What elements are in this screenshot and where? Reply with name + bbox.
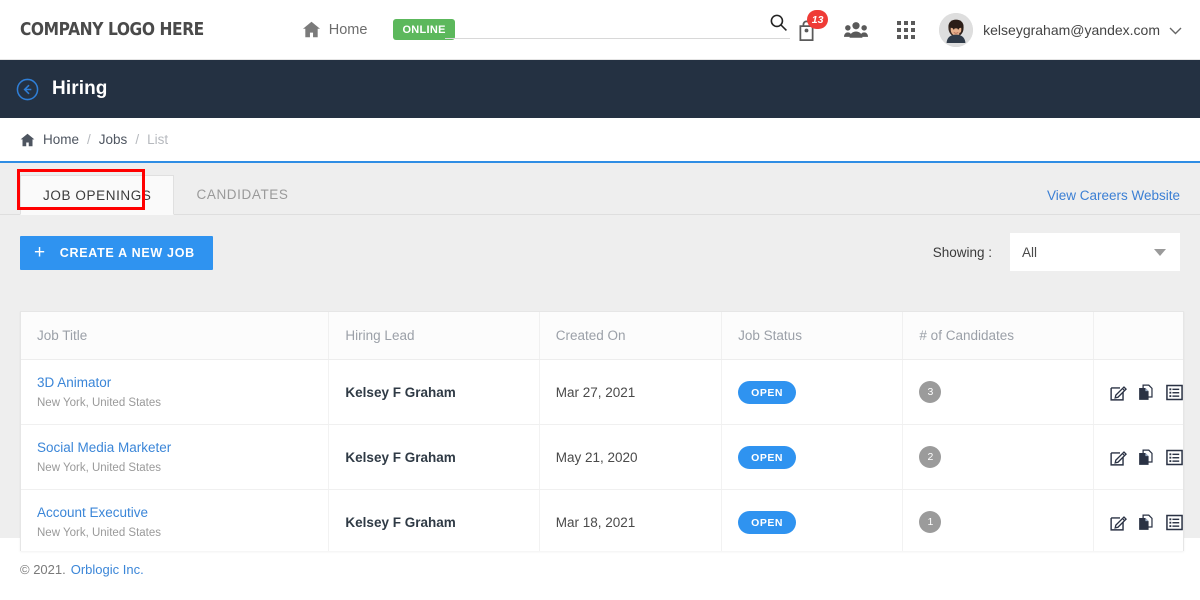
table-header-row: Job Title Hiring Lead Created On Job Sta… bbox=[21, 312, 1183, 360]
page-title: Hiring bbox=[52, 78, 108, 99]
breadcrumb-home-icon bbox=[20, 133, 35, 147]
duplicate-icon[interactable] bbox=[1138, 514, 1155, 531]
top-header: COMPANY LOGO HERE Home ONLINE 13 kelseyg… bbox=[0, 0, 1200, 60]
details-list-icon[interactable] bbox=[1166, 449, 1183, 466]
create-a-new-job-label: CREATE A NEW JOB bbox=[59, 245, 195, 260]
user-avatar[interactable] bbox=[939, 13, 974, 47]
candidate-count-badge: 3 bbox=[919, 381, 942, 403]
search-input[interactable] bbox=[445, 13, 790, 39]
main-content: JOB OPENINGS CANDIDATES View Careers Web… bbox=[0, 163, 1200, 551]
job-location: New York, United States bbox=[37, 527, 162, 539]
duplicate-icon[interactable] bbox=[1138, 384, 1155, 401]
column-header-actions bbox=[1093, 312, 1183, 360]
column-header-created-on[interactable]: Created On bbox=[539, 312, 723, 360]
table-row[interactable]: Social Media Marketer New York, United S… bbox=[21, 424, 1183, 490]
people-group-icon[interactable] bbox=[831, 10, 881, 50]
create-a-new-job-button[interactable]: + CREATE A NEW JOB bbox=[20, 235, 213, 270]
breadcrumb-item-list: List bbox=[147, 132, 169, 147]
candidate-count-badge: 1 bbox=[919, 511, 942, 533]
column-header-num-candidates[interactable]: # of Candidates bbox=[902, 312, 1094, 360]
cell-actions bbox=[1093, 359, 1183, 425]
hiring-lead-name: Kelsey F Graham bbox=[345, 384, 456, 400]
cell-hiring-lead: Kelsey F Graham bbox=[328, 424, 540, 490]
cell-job-title: Account Executive New York, United State… bbox=[21, 489, 330, 551]
showing-select[interactable]: All bbox=[1010, 233, 1180, 271]
edit-icon[interactable] bbox=[1110, 514, 1127, 531]
cell-job-status: OPEN bbox=[721, 359, 904, 425]
tab-candidates[interactable]: CANDIDATES bbox=[174, 174, 310, 214]
plus-icon: + bbox=[34, 242, 46, 263]
cell-actions bbox=[1093, 489, 1183, 551]
column-header-job-title[interactable]: Job Title bbox=[21, 312, 330, 360]
status-badge: OPEN bbox=[738, 445, 796, 469]
breadcrumb: Home / Jobs / List bbox=[0, 118, 1200, 163]
breadcrumb-item-home[interactable]: Home bbox=[43, 132, 79, 147]
header-search[interactable] bbox=[445, 13, 790, 39]
details-list-icon[interactable] bbox=[1166, 514, 1183, 531]
table-row[interactable]: Account Executive New York, United State… bbox=[21, 489, 1183, 551]
hiring-lead-name: Kelsey F Graham bbox=[345, 449, 456, 465]
status-badge: OPEN bbox=[738, 510, 796, 534]
cell-actions bbox=[1093, 424, 1183, 490]
candidate-count-badge: 2 bbox=[919, 446, 942, 468]
breadcrumb-separator: / bbox=[135, 132, 140, 147]
notification-count-badge: 13 bbox=[807, 10, 829, 29]
showing-label: Showing : bbox=[932, 244, 992, 260]
cell-created-on: Mar 18, 2021 bbox=[539, 489, 723, 551]
cell-created-on: Mar 27, 2021 bbox=[539, 359, 723, 425]
duplicate-icon[interactable] bbox=[1138, 449, 1155, 466]
apps-grid-icon[interactable] bbox=[881, 10, 931, 50]
edit-icon[interactable] bbox=[1110, 449, 1127, 466]
showing-filter: Showing : All bbox=[933, 233, 1180, 271]
home-icon bbox=[302, 21, 321, 38]
showing-select-value: All bbox=[1022, 244, 1038, 260]
cell-candidate-count: 2 bbox=[902, 424, 1094, 490]
header-home-label: Home bbox=[328, 21, 368, 38]
cell-job-status: OPEN bbox=[721, 489, 904, 551]
cell-candidate-count: 3 bbox=[902, 359, 1094, 425]
tab-bar: JOB OPENINGS CANDIDATES View Careers Web… bbox=[0, 163, 1200, 215]
breadcrumb-separator: / bbox=[87, 132, 91, 147]
job-location: New York, United States bbox=[37, 462, 162, 474]
job-title-link[interactable]: Social Media Marketer bbox=[37, 440, 328, 455]
breadcrumb-item-jobs[interactable]: Jobs bbox=[99, 132, 128, 147]
header-icon-cluster: 13 kelseygraham@yandex.com bbox=[781, 0, 1182, 60]
page-titlebar: Hiring bbox=[0, 60, 1200, 118]
cell-job-title: Social Media Marketer New York, United S… bbox=[21, 424, 330, 490]
view-careers-website-link[interactable]: View Careers Website bbox=[1047, 188, 1180, 203]
status-badge: OPEN bbox=[738, 380, 796, 404]
column-header-hiring-lead[interactable]: Hiring Lead bbox=[328, 312, 540, 360]
cell-hiring-lead: Kelsey F Graham bbox=[328, 359, 540, 425]
back-arrow-circle-icon[interactable] bbox=[16, 78, 39, 101]
copyright-text: © 2021. bbox=[20, 561, 66, 577]
cell-job-status: OPEN bbox=[721, 424, 904, 490]
user-email-label[interactable]: kelseygraham@yandex.com bbox=[983, 22, 1160, 38]
job-title-link[interactable]: 3D Animator bbox=[37, 375, 328, 390]
table-toolbar: + CREATE A NEW JOB Showing : All bbox=[0, 215, 1200, 290]
details-list-icon[interactable] bbox=[1166, 384, 1183, 401]
table-row[interactable]: 3D Animator New York, United States Kels… bbox=[21, 359, 1183, 425]
bag-icon[interactable]: 13 bbox=[781, 10, 831, 50]
company-logo[interactable]: COMPANY LOGO HERE bbox=[20, 19, 204, 40]
cell-job-title: 3D Animator New York, United States bbox=[21, 359, 330, 425]
column-header-job-status[interactable]: Job Status bbox=[721, 312, 904, 360]
job-title-link[interactable]: Account Executive bbox=[37, 505, 328, 520]
tab-job-openings[interactable]: JOB OPENINGS bbox=[20, 175, 175, 215]
hiring-lead-name: Kelsey F Graham bbox=[345, 514, 456, 530]
cell-candidate-count: 1 bbox=[902, 489, 1094, 551]
company-link[interactable]: Orblogic Inc. bbox=[71, 562, 144, 577]
job-location: New York, United States bbox=[37, 397, 162, 409]
chevron-down-icon bbox=[1154, 249, 1166, 256]
header-home-link[interactable]: Home bbox=[302, 21, 368, 38]
edit-icon[interactable] bbox=[1110, 384, 1127, 401]
chevron-down-icon[interactable] bbox=[1169, 23, 1182, 38]
cell-created-on: May 21, 2020 bbox=[539, 424, 723, 490]
job-openings-table: Job Title Hiring Lead Created On Job Sta… bbox=[20, 311, 1184, 551]
cell-hiring-lead: Kelsey F Graham bbox=[328, 489, 540, 551]
